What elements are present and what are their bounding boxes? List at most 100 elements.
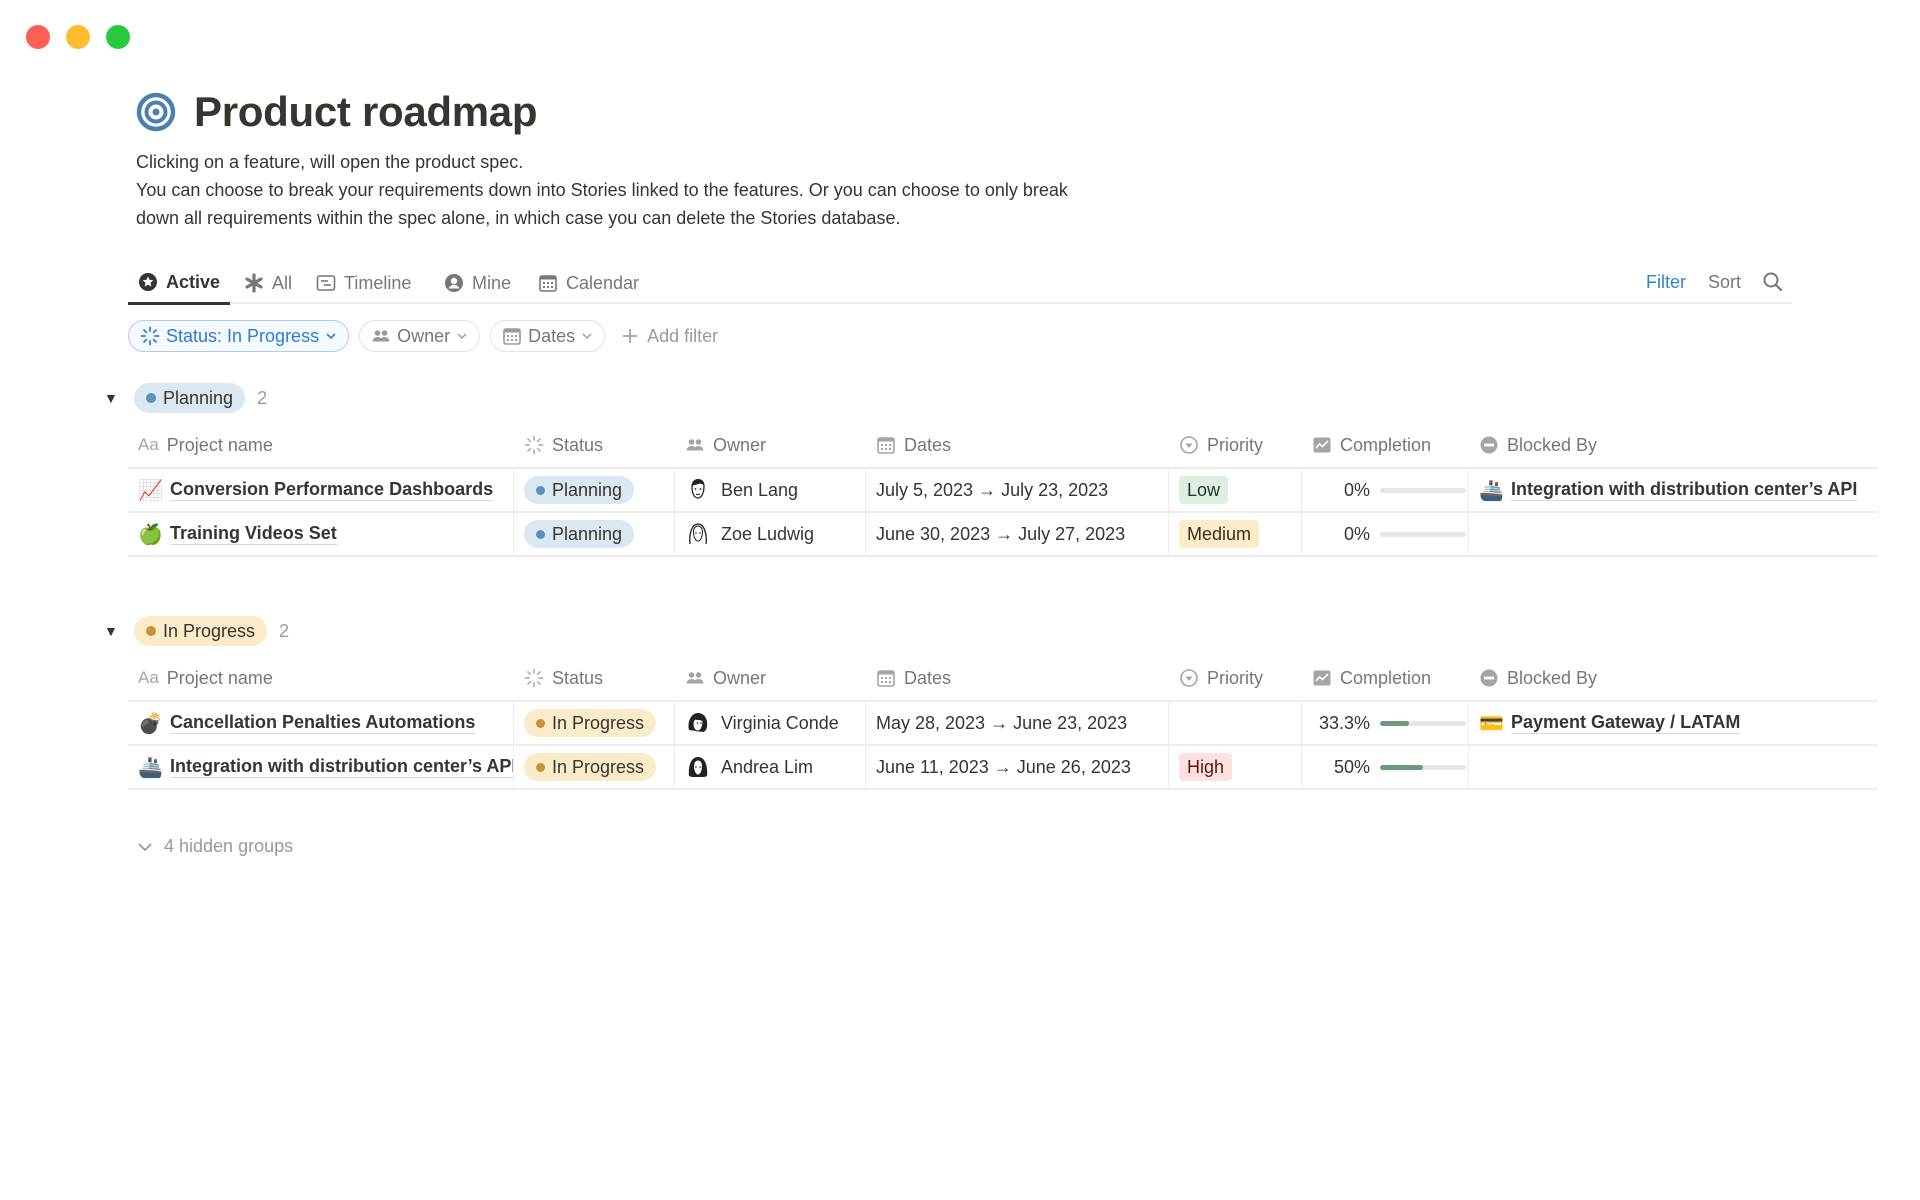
column-header-project-name[interactable]: Aa Project name xyxy=(128,423,514,467)
tab-label: Mine xyxy=(472,272,512,293)
priority-cell[interactable]: High xyxy=(1169,746,1302,788)
column-header-project-name[interactable]: Aa Project name xyxy=(128,656,514,700)
column-header-priority[interactable]: Priority xyxy=(1169,423,1302,467)
priority-cell[interactable] xyxy=(1169,702,1302,744)
target-icon[interactable] xyxy=(136,92,176,132)
dates-cell[interactable]: July 5, 2023 → July 23, 2023 xyxy=(866,469,1169,511)
owner-cell[interactable]: Virginia Conde xyxy=(675,702,866,744)
column-header-priority[interactable]: Priority xyxy=(1169,656,1302,700)
group-collapse-toggle[interactable]: ▼ xyxy=(104,390,122,406)
priority-pill[interactable]: High xyxy=(1179,753,1233,781)
dates-cell[interactable]: June 11, 2023 → June 26, 2023 xyxy=(866,746,1169,788)
minimize-window-button[interactable] xyxy=(66,25,90,49)
blocked-by-cell[interactable]: 💳 Payment Gateway / LATAM xyxy=(1469,702,1878,744)
owner-name: Virginia Conde xyxy=(721,712,839,733)
filter-button[interactable]: Filter xyxy=(1646,262,1686,302)
tab-calendar[interactable]: Calendar xyxy=(528,262,649,304)
column-label: Owner xyxy=(713,667,767,688)
owner-cell[interactable]: Zoe Ludwig xyxy=(675,513,866,555)
completion-value: 0% xyxy=(1343,479,1370,500)
project-name-cell[interactable]: 🚢 Integration with distribution center’s … xyxy=(128,746,514,788)
column-label: Project name xyxy=(166,434,273,455)
project-link[interactable]: 💣 Cancellation Penalties Automations xyxy=(138,711,476,735)
column-header-owner[interactable]: Owner xyxy=(675,656,866,700)
column-header-dates[interactable]: Dates xyxy=(866,423,1169,467)
group-collapse-toggle[interactable]: ▼ xyxy=(104,623,122,639)
completion-value: 50% xyxy=(1333,756,1370,777)
project-name-cell[interactable]: 📈 Conversion Performance Dashboards xyxy=(128,469,514,511)
maximize-window-button[interactable] xyxy=(106,25,130,49)
table-row[interactable]: 🍏 Training Videos Set Planning Zoe Ludwig… xyxy=(128,513,1878,557)
status-dot xyxy=(536,529,545,539)
search-icon xyxy=(1763,272,1783,292)
status-cell[interactable]: Planning xyxy=(514,513,675,555)
page-title-text[interactable]: Product roadmap xyxy=(194,88,538,136)
priority-pill[interactable]: Medium xyxy=(1179,520,1260,548)
completion-bar xyxy=(1380,487,1466,493)
owner-cell[interactable]: Andrea Lim xyxy=(675,746,866,788)
dates-cell[interactable]: June 30, 2023 → July 27, 2023 xyxy=(866,513,1169,555)
people-icon xyxy=(686,672,704,684)
project-name-cell[interactable]: 🍏 Training Videos Set xyxy=(128,513,514,555)
status-filter-chip[interactable]: Status: In Progress xyxy=(128,320,350,352)
column-header-blocked-by[interactable]: Blocked By xyxy=(1469,423,1878,467)
close-window-button[interactable] xyxy=(26,25,50,49)
search-button[interactable] xyxy=(1762,262,1784,302)
tab-timeline[interactable]: Timeline xyxy=(306,262,421,304)
column-header-owner[interactable]: Owner xyxy=(675,423,866,467)
blocked-by-cell[interactable] xyxy=(1469,746,1878,788)
table-row[interactable]: 💣 Cancellation Penalties Automations In P… xyxy=(128,702,1878,746)
status-pill[interactable]: Planning xyxy=(524,476,635,504)
status-cell[interactable]: Planning xyxy=(514,469,675,511)
sort-button[interactable]: Sort xyxy=(1708,262,1741,302)
chart-icon xyxy=(1313,670,1331,686)
tab-mine[interactable]: Mine xyxy=(434,262,521,304)
date-range: June 30, 2023 → July 27, 2023 xyxy=(876,523,1126,544)
project-link[interactable]: 🍏 Training Videos Set xyxy=(138,522,337,546)
completion-cell: 50% xyxy=(1302,746,1469,788)
blocked-by-cell[interactable]: 🚢 Integration with distribution center’s … xyxy=(1469,469,1878,511)
project-link[interactable]: 📈 Conversion Performance Dashboards xyxy=(138,478,494,502)
blocked-by-link[interactable]: 🚢 Integration with distribution center’s … xyxy=(1479,478,1858,502)
hidden-groups-toggle[interactable]: 4 hidden groups xyxy=(136,836,293,857)
column-header-completion[interactable]: Completion xyxy=(1302,423,1469,467)
table-row[interactable]: 📈 Conversion Performance Dashboards Plann… xyxy=(128,469,1878,513)
group-count: 2 xyxy=(279,620,290,641)
priority-pill[interactable]: Low xyxy=(1179,476,1229,504)
status-column-icon xyxy=(524,435,544,455)
owner-filter-chip[interactable]: Owner xyxy=(359,320,481,352)
add-filter-button[interactable]: Add filter xyxy=(615,326,718,347)
status-filter-label: Status: In Progress xyxy=(166,325,320,346)
completion-value: 0% xyxy=(1343,523,1370,544)
date-range: June 11, 2023 → June 26, 2023 xyxy=(876,756,1131,777)
priority-cell[interactable]: Low xyxy=(1169,469,1302,511)
column-header-blocked-by[interactable]: Blocked By xyxy=(1469,656,1878,700)
status-cell[interactable]: In Progress xyxy=(514,746,675,788)
page-emoji-icon: 📈 xyxy=(138,478,163,502)
description-line: You can choose to break your requirement… xyxy=(136,180,1068,200)
owner-cell[interactable]: Ben Lang xyxy=(675,469,866,511)
column-header-status[interactable]: Status xyxy=(514,423,675,467)
blocked-by-cell[interactable] xyxy=(1469,513,1878,555)
table-row[interactable]: 🚢 Integration with distribution center’s … xyxy=(128,746,1878,790)
status-pill[interactable]: Planning xyxy=(524,520,635,548)
status-dot xyxy=(536,485,545,495)
page-emoji-icon: 🚢 xyxy=(1479,478,1504,502)
status-pill[interactable]: In Progress xyxy=(524,753,657,781)
column-header-completion[interactable]: Completion xyxy=(1302,656,1469,700)
status-pill[interactable]: In Progress xyxy=(524,709,657,737)
group-table: Aa Project name Status Owner Dates Priori… xyxy=(128,656,1878,790)
column-header-status[interactable]: Status xyxy=(514,656,675,700)
priority-cell[interactable]: Medium xyxy=(1169,513,1302,555)
tab-all[interactable]: All xyxy=(234,262,302,304)
avatar xyxy=(691,479,705,499)
column-header-dates[interactable]: Dates xyxy=(866,656,1169,700)
blocked-by-link[interactable]: 💳 Payment Gateway / LATAM xyxy=(1479,711,1741,735)
dates-cell[interactable]: May 28, 2023 → June 23, 2023 xyxy=(866,702,1169,744)
completion-cell: 33.3% xyxy=(1302,702,1469,744)
project-name-cell[interactable]: 💣 Cancellation Penalties Automations xyxy=(128,702,514,744)
dates-filter-chip[interactable]: Dates xyxy=(490,320,606,352)
status-cell[interactable]: In Progress xyxy=(514,702,675,744)
tab-active[interactable]: Active xyxy=(128,262,231,305)
project-link[interactable]: 🚢 Integration with distribution center’s … xyxy=(138,755,513,779)
